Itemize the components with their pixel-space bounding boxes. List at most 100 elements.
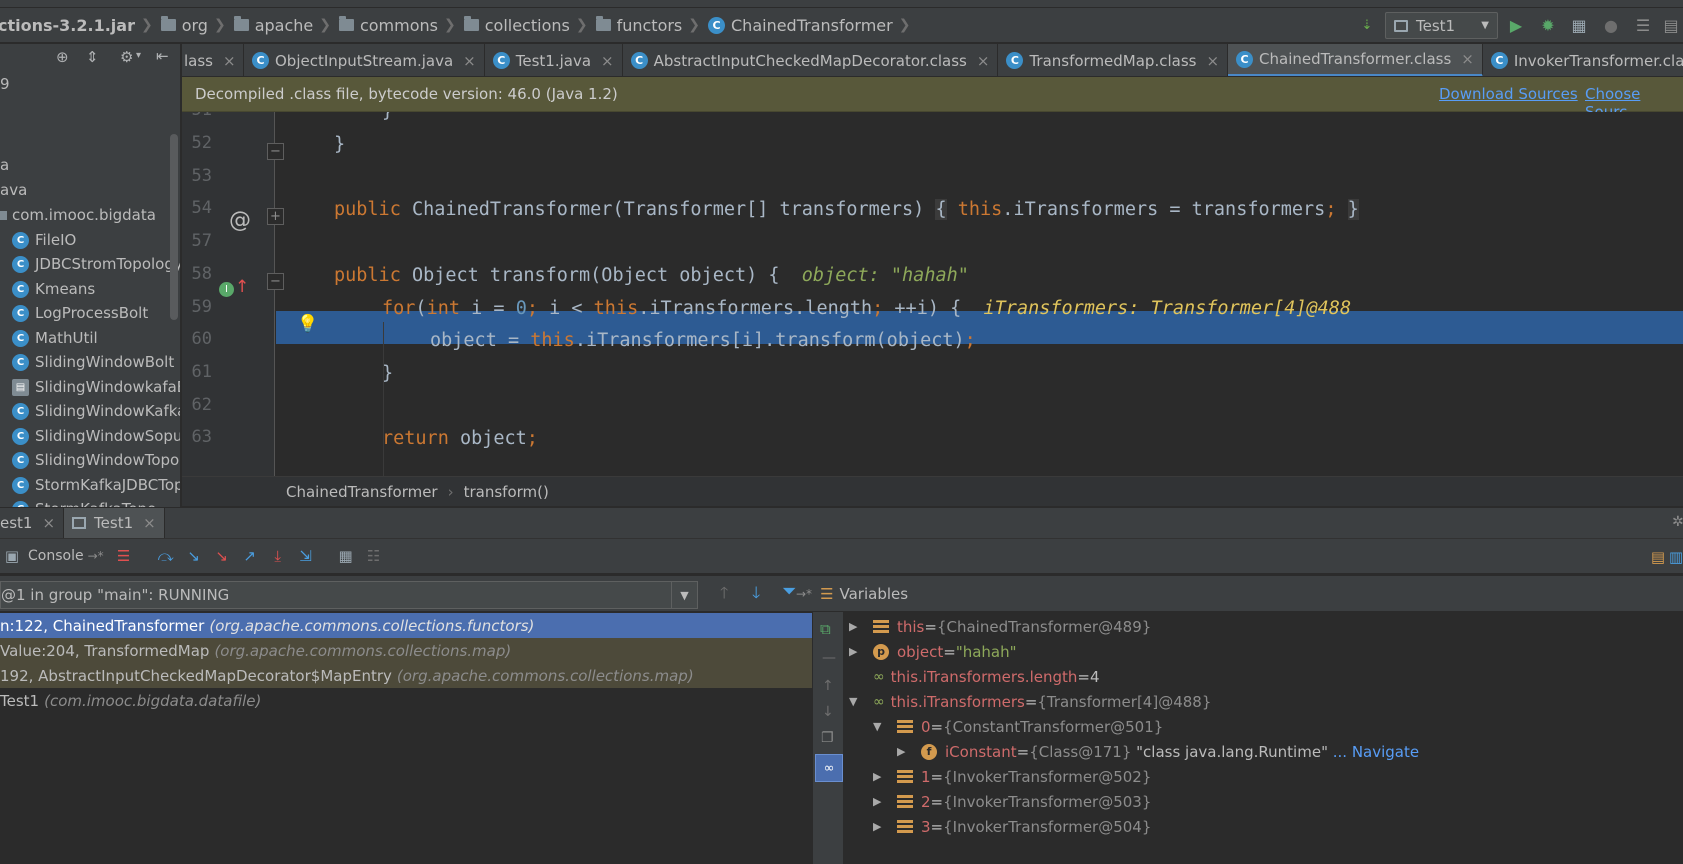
folded-brace[interactable]: { — [935, 199, 947, 220]
breadcrumb-functors[interactable]: functors ❯ — [595, 8, 708, 42]
override-annotation-icon[interactable]: @ — [229, 208, 251, 233]
tab-abstractinputcheckedmapdecorator[interactable]: C AbstractInputCheckedMapDecorator.class × — [623, 44, 999, 76]
run-configuration-select[interactable]: Test1 ▼ — [1385, 12, 1498, 39]
download-sources-link[interactable]: Download Sources — [1439, 85, 1578, 103]
tab-invokertransformer[interactable]: CInvokerTransformer.class× — [1483, 44, 1683, 76]
console-tab[interactable]: Console — [28, 548, 84, 564]
watch-icon[interactable]: ⧉ — [820, 620, 831, 638]
force-step-into-icon[interactable]: ↘ — [210, 544, 234, 568]
close-icon[interactable]: × — [1206, 52, 1219, 70]
pin-icon[interactable]: →* — [796, 587, 812, 601]
tree-item-class[interactable]: C Kmeans — [12, 277, 95, 301]
variable-row[interactable]: ▼ ∞ this.iTransformers = {Transformer[4]@4… — [849, 689, 1211, 714]
hide-panel-icon[interactable]: ⇤ — [156, 47, 169, 65]
tree-item-class[interactable]: ▤ SlidingWindowkafaB — [12, 375, 180, 399]
close-icon[interactable]: × — [1461, 50, 1474, 68]
tree-item-class[interactable]: C SlidingWindowKafka — [12, 399, 180, 423]
arrow-down-icon[interactable]: 🡓 — [752, 582, 760, 609]
frame-row[interactable]: Test1 (com.imooc.bigdata.datafile) — [0, 688, 812, 713]
variable-row[interactable]: ▶ 3 = {InvokerTransformer@504} — [873, 814, 1151, 839]
locate-icon[interactable]: ⊕ — [56, 48, 69, 66]
evaluate-expression-icon[interactable]: ▦ — [334, 544, 358, 568]
breadcrumb-apache[interactable]: apache ❯ — [233, 8, 339, 42]
variable-row[interactable]: ∞ this.iTransformers.length = 4 — [873, 664, 1100, 689]
show-watches-icon[interactable]: ∞ — [815, 754, 843, 782]
breadcrumb-org[interactable]: org ❯ — [160, 8, 234, 42]
implements-icon[interactable]: I — [219, 282, 234, 297]
tree-item-class[interactable]: C LogProcessBolt — [12, 301, 148, 325]
tree-item[interactable]: a — [0, 153, 9, 177]
run-to-cursor-icon[interactable]: ⇲ — [294, 544, 318, 568]
tab-test1[interactable]: C Test1.java × — [485, 44, 623, 76]
arrow-down-icon[interactable]: ↓ — [822, 704, 834, 720]
tree-item[interactable]: 9 — [0, 72, 10, 96]
close-icon[interactable]: × — [42, 514, 55, 532]
tree-item-class[interactable]: C JDBCStromTopology — [12, 252, 180, 276]
debug-tab-test1-b[interactable]: Test1 × — [64, 507, 165, 539]
debug-tab-test1-a[interactable]: est1 × — [0, 507, 65, 539]
thread-select[interactable]: @1 in group "main": RUNNING ▼ — [0, 581, 698, 609]
fold-collapse-icon[interactable]: − — [267, 273, 284, 290]
collapse-arrow-icon[interactable]: ▼ — [873, 720, 887, 733]
gear-icon[interactable]: ⚙ — [120, 48, 133, 66]
variable-row[interactable]: ▶ this = {ChainedTransformer@489} — [849, 614, 1151, 639]
frame-row[interactable]: Value:204, TransformedMap (org.apache.com… — [0, 638, 812, 663]
tree-item-class[interactable]: C FileIO — [12, 228, 76, 252]
frame-row[interactable]: n:122, ChainedTransformer (org.apache.com… — [0, 613, 812, 638]
overrides-arrow-icon[interactable]: ↑ — [235, 277, 249, 297]
debug-icon[interactable]: ✹ — [1537, 14, 1559, 36]
folded-brace[interactable]: } — [1347, 199, 1359, 220]
expand-arrow-icon[interactable]: ▶ — [873, 795, 887, 808]
stop-icon[interactable]: ● — [1600, 14, 1622, 36]
breadcrumb-chainedtransformer[interactable]: C ChainedTransformer ❯ — [708, 8, 918, 42]
tab-transformedmap[interactable]: C TransformedMap.class × — [998, 44, 1229, 76]
variable-row[interactable]: ▶ 1 = {InvokerTransformer@502} — [873, 764, 1151, 789]
expand-arrow-icon[interactable]: ▶ — [849, 620, 863, 633]
close-icon[interactable]: × — [977, 52, 990, 70]
panel-settings-icon[interactable]: ✲ — [1672, 514, 1683, 530]
frame-row[interactable]: 192, AbstractInputCheckedMapDecorator$Ma… — [0, 663, 812, 688]
step-over-icon[interactable]: ⤼ — [154, 544, 178, 568]
expand-arrow-icon[interactable]: ▶ — [873, 770, 887, 783]
settings-icon[interactable]: ▤ — [1660, 14, 1682, 36]
filter-icon[interactable]: ⏷ — [782, 581, 796, 602]
variable-row[interactable]: ▶ f iConstant = {Class@171} "class java.la… — [897, 739, 1419, 764]
breadcrumb-class[interactable]: ChainedTransformer — [286, 483, 438, 501]
tree-item-package[interactable]: com.imooc.bigdata — [0, 203, 156, 227]
arrow-up-icon[interactable]: ↑ — [822, 678, 834, 694]
breadcrumb-method[interactable]: transform() — [464, 483, 549, 501]
show-execution-point-icon[interactable]: ☰ — [112, 544, 136, 568]
tab-objectinputstream[interactable]: C ObjectInputStream.java × — [244, 44, 485, 76]
coverage-icon[interactable]: ▦ — [1568, 14, 1590, 36]
fold-expand-icon[interactable]: + — [267, 208, 284, 225]
chevron-down-icon[interactable]: ▾ — [136, 50, 141, 61]
project-scrollbar[interactable] — [170, 134, 178, 320]
expand-arrow-icon[interactable]: ▶ — [849, 645, 863, 658]
close-icon[interactable]: × — [463, 52, 476, 70]
copy-icon[interactable]: ❐ — [821, 730, 834, 746]
remove-icon[interactable]: — — [822, 650, 836, 666]
tree-item-class[interactable]: C MathUtil — [12, 326, 98, 350]
tree-item-class[interactable]: C SlidingWindowTopo — [12, 448, 179, 472]
build-icon[interactable]: ⇣ — [1356, 14, 1378, 36]
expand-arrow-icon[interactable]: ▶ — [897, 745, 911, 758]
breadcrumb-commons[interactable]: commons ❯ — [338, 8, 464, 42]
close-icon[interactable]: × — [223, 52, 236, 70]
collapse-arrow-icon[interactable]: ▼ — [849, 695, 863, 708]
step-into-icon[interactable]: ↘ — [182, 544, 206, 568]
lightbulb-icon[interactable]: 💡 — [297, 314, 318, 334]
tree-item[interactable]: ava — [0, 178, 27, 202]
collapse-all-icon[interactable]: ⇕ — [86, 48, 99, 66]
pin-icon[interactable]: →* — [88, 549, 104, 563]
tab-chainedtransformer[interactable]: C ChainedTransformer.class × — [1228, 44, 1483, 76]
tab-class[interactable]: lass × — [182, 44, 244, 76]
variable-row[interactable]: ▶ p object = "hahah" — [849, 639, 1017, 664]
tree-item-class[interactable]: C SlidingWindowSopu — [12, 424, 180, 448]
step-out-icon[interactable]: ↗ — [238, 544, 262, 568]
close-icon[interactable]: × — [601, 52, 614, 70]
navigate-link[interactable]: ... Navigate — [1333, 743, 1419, 761]
breadcrumb-jar[interactable]: ctions-3.2.1.jar ❯ — [0, 8, 161, 42]
drop-frame-icon[interactable]: ⤓ — [266, 544, 290, 568]
tree-item-class[interactable]: C SlidingWindowBolt — [12, 350, 174, 374]
trace-icon[interactable]: ☷ — [362, 544, 386, 568]
